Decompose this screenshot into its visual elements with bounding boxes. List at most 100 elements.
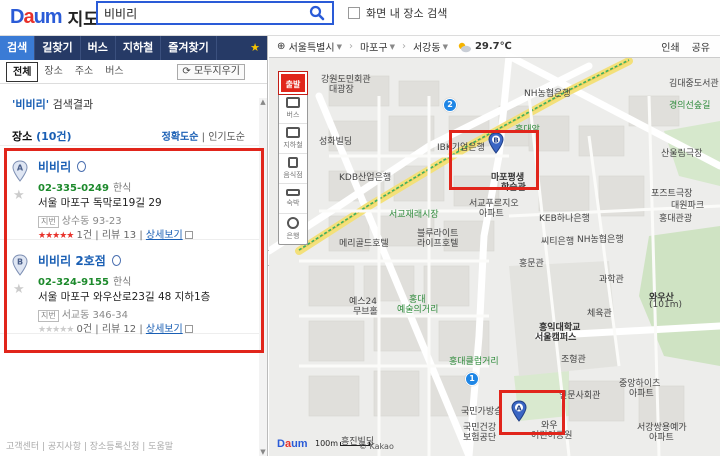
map-marker-b[interactable]: B — [488, 132, 504, 154]
location-target-icon[interactable]: ⊕ — [277, 41, 285, 52]
app-root: Daum 지도 화면 내 장소 검색 검색 길찾기 버스 지하철 즐겨찾기 ★ — [0, 0, 720, 456]
place-section-label: 장소 (10건) — [12, 128, 72, 144]
place-name[interactable]: 비비리 — [38, 160, 71, 174]
crumb-district[interactable]: 마포구 — [360, 39, 388, 54]
scale-label: 100m — [315, 439, 339, 448]
subtab-place[interactable]: 장소 — [38, 62, 68, 82]
share-button[interactable]: 공유 — [692, 39, 710, 54]
place-meta: ★★★★★ 1건 | 리뷰 13 | 상세보기 — [38, 226, 193, 241]
toolbar-restaurant-button[interactable]: 음식점 — [279, 154, 307, 184]
section-label-text: 장소 — [12, 130, 33, 143]
map-label: 홍대앞 — [515, 125, 540, 135]
place-address: 서울 마포구 독막로19길 29 — [38, 197, 162, 209]
crumb-city[interactable]: 서울특별시 — [289, 39, 335, 54]
tab-subway[interactable]: 지하철 — [116, 36, 162, 60]
external-link-icon[interactable] — [184, 325, 193, 333]
toolbar-bank-button[interactable]: 은행 — [279, 214, 307, 244]
result-item-a[interactable]: A ★ 비비리 02-335-0249 한식 서울 마포구 독막로19길 29 지… — [0, 146, 267, 241]
map-label: 예술의거리 — [397, 305, 439, 315]
place-title[interactable]: 비비리 — [38, 158, 87, 175]
numbered-pin-1[interactable]: 1 — [465, 372, 479, 386]
map-label: 아파트 — [479, 209, 504, 219]
map-label: 체육관 — [587, 309, 612, 319]
result-query: '비비리' — [12, 98, 50, 111]
departure-button[interactable]: 출발 — [278, 71, 308, 95]
sort-options: 정확도순 | 인기도순 — [161, 132, 245, 143]
subtab-bus[interactable]: 버스 — [99, 62, 129, 82]
logo-d: D — [277, 438, 285, 450]
tab-bus[interactable]: 버스 — [81, 36, 116, 60]
search-input[interactable] — [98, 3, 298, 23]
bookmark-star-icon[interactable]: ★ — [13, 282, 25, 297]
toolbar-lodging-button[interactable]: 숙박 — [279, 184, 307, 214]
sort-accuracy[interactable]: 정확도순 — [162, 132, 199, 143]
map-label: 보험공단 — [463, 433, 497, 443]
map-label: 아파트 — [629, 389, 654, 399]
top-header: Daum 지도 화면 내 장소 검색 — [0, 0, 720, 36]
numbered-pin-2[interactable]: 2 — [443, 98, 457, 112]
toolbar-label: 은행 — [286, 232, 300, 240]
map-label: 성화빌딩 — [319, 137, 353, 147]
subtab-all[interactable]: 전체 — [6, 61, 39, 82]
toolbar-label: 음식점 — [283, 171, 303, 179]
map-daum-logo[interactable]: Daum — [277, 438, 308, 450]
rating-count: 0건 — [76, 324, 93, 335]
area-search-label: 화면 내 장소 검색 — [366, 7, 448, 20]
svg-text:B: B — [17, 258, 23, 267]
place-category: 한식 — [112, 277, 132, 288]
map-topbar: ⊕ 서울특별시 ▼ › 마포구 ▼ › 서강동 ▼ 29.7℃ 인쇄 공유 — [269, 36, 720, 58]
map-label: IBK기업은행 — [437, 143, 485, 153]
map-label: 아파트 — [649, 433, 674, 443]
print-button[interactable]: 인쇄 — [661, 39, 679, 54]
place-branch: 2호점 — [75, 254, 106, 268]
map-view[interactable]: ⊕ 서울특별시▼ › 마포구▼ › 서강동▼ 29.7℃ 인쇄 공유 출발 — [269, 36, 720, 456]
fork-knife-icon — [288, 157, 298, 168]
map-label: 서교재래시장 — [389, 210, 439, 220]
chevron-down-icon[interactable]: ▼ — [337, 43, 342, 51]
bookmark-star-icon[interactable]: ★ — [13, 188, 25, 203]
weather-widget: 29.7℃ — [456, 41, 512, 53]
tab-directions[interactable]: 길찾기 — [35, 36, 81, 60]
scroll-down-icon[interactable]: ▼ — [259, 448, 267, 456]
favorite-star-icon[interactable]: ★ — [243, 36, 267, 60]
place-title[interactable]: 비비리 2호점 — [38, 252, 121, 269]
phone-number: 02-324-9155 — [38, 277, 109, 288]
external-link-icon[interactable] — [184, 231, 193, 239]
map-label: 씨티은행 — [541, 237, 575, 247]
area-search-checkbox[interactable] — [348, 7, 360, 19]
place-phone: 02-324-9155 한식 — [38, 273, 131, 288]
marker-a-label: A — [516, 405, 522, 413]
area-search-toggle[interactable]: 화면 내 장소 검색 — [348, 5, 447, 21]
scroll-up-icon[interactable]: ▲ — [259, 98, 267, 106]
place-category: 한식 — [112, 183, 132, 194]
map-label: 인문사회관 — [559, 391, 601, 401]
partly-cloudy-icon — [458, 42, 471, 52]
logo-a: a — [23, 5, 34, 28]
result-item-b[interactable]: B ★ 비비리 2호점 02-324-9155 한식 서울 마포구 와우산로23길… — [0, 240, 267, 335]
search-button[interactable] — [302, 3, 332, 23]
crumb-separator-icon: › — [401, 41, 406, 52]
left-footer[interactable]: 고객센터 | 공지사항 | 장소등록신청 | 도움말 — [0, 438, 260, 456]
results-scrollbar[interactable]: ▲ ▼ — [259, 98, 267, 456]
map-marker-a[interactable]: A — [511, 400, 527, 422]
clear-all-button[interactable]: ⟳ 모두지우기 — [177, 64, 245, 80]
map-label: NH농협은행 — [577, 235, 624, 245]
logo-um: um — [33, 5, 63, 28]
toolbar-subway-button[interactable]: 지하철 — [279, 124, 307, 154]
subtab-address[interactable]: 주소 — [69, 62, 99, 82]
daum-logo[interactable]: Da um 지도 — [10, 4, 99, 30]
logo-um: um — [291, 438, 308, 450]
map-label: KDB산업은행 — [339, 173, 392, 183]
tab-favorites[interactable]: 즐겨찾기 — [161, 36, 217, 60]
chevron-down-icon[interactable]: ▼ — [443, 43, 448, 51]
place-name[interactable]: 비비리 — [38, 254, 71, 268]
rating-stars: ★★★★★ — [38, 325, 74, 335]
sort-popular[interactable]: 인기도순 — [208, 132, 245, 143]
detail-link[interactable]: 상세보기 — [146, 324, 183, 335]
place-meta: ★★★★★ 0건 | 리뷰 12 | 상세보기 — [38, 320, 193, 335]
toolbar-bus-button[interactable]: 버스 — [279, 94, 307, 124]
map-label: 메리골드호텔 — [339, 239, 389, 249]
tab-search[interactable]: 검색 — [0, 36, 36, 60]
chevron-down-icon[interactable]: ▼ — [390, 43, 395, 51]
crumb-dong[interactable]: 서강동 — [413, 39, 441, 54]
